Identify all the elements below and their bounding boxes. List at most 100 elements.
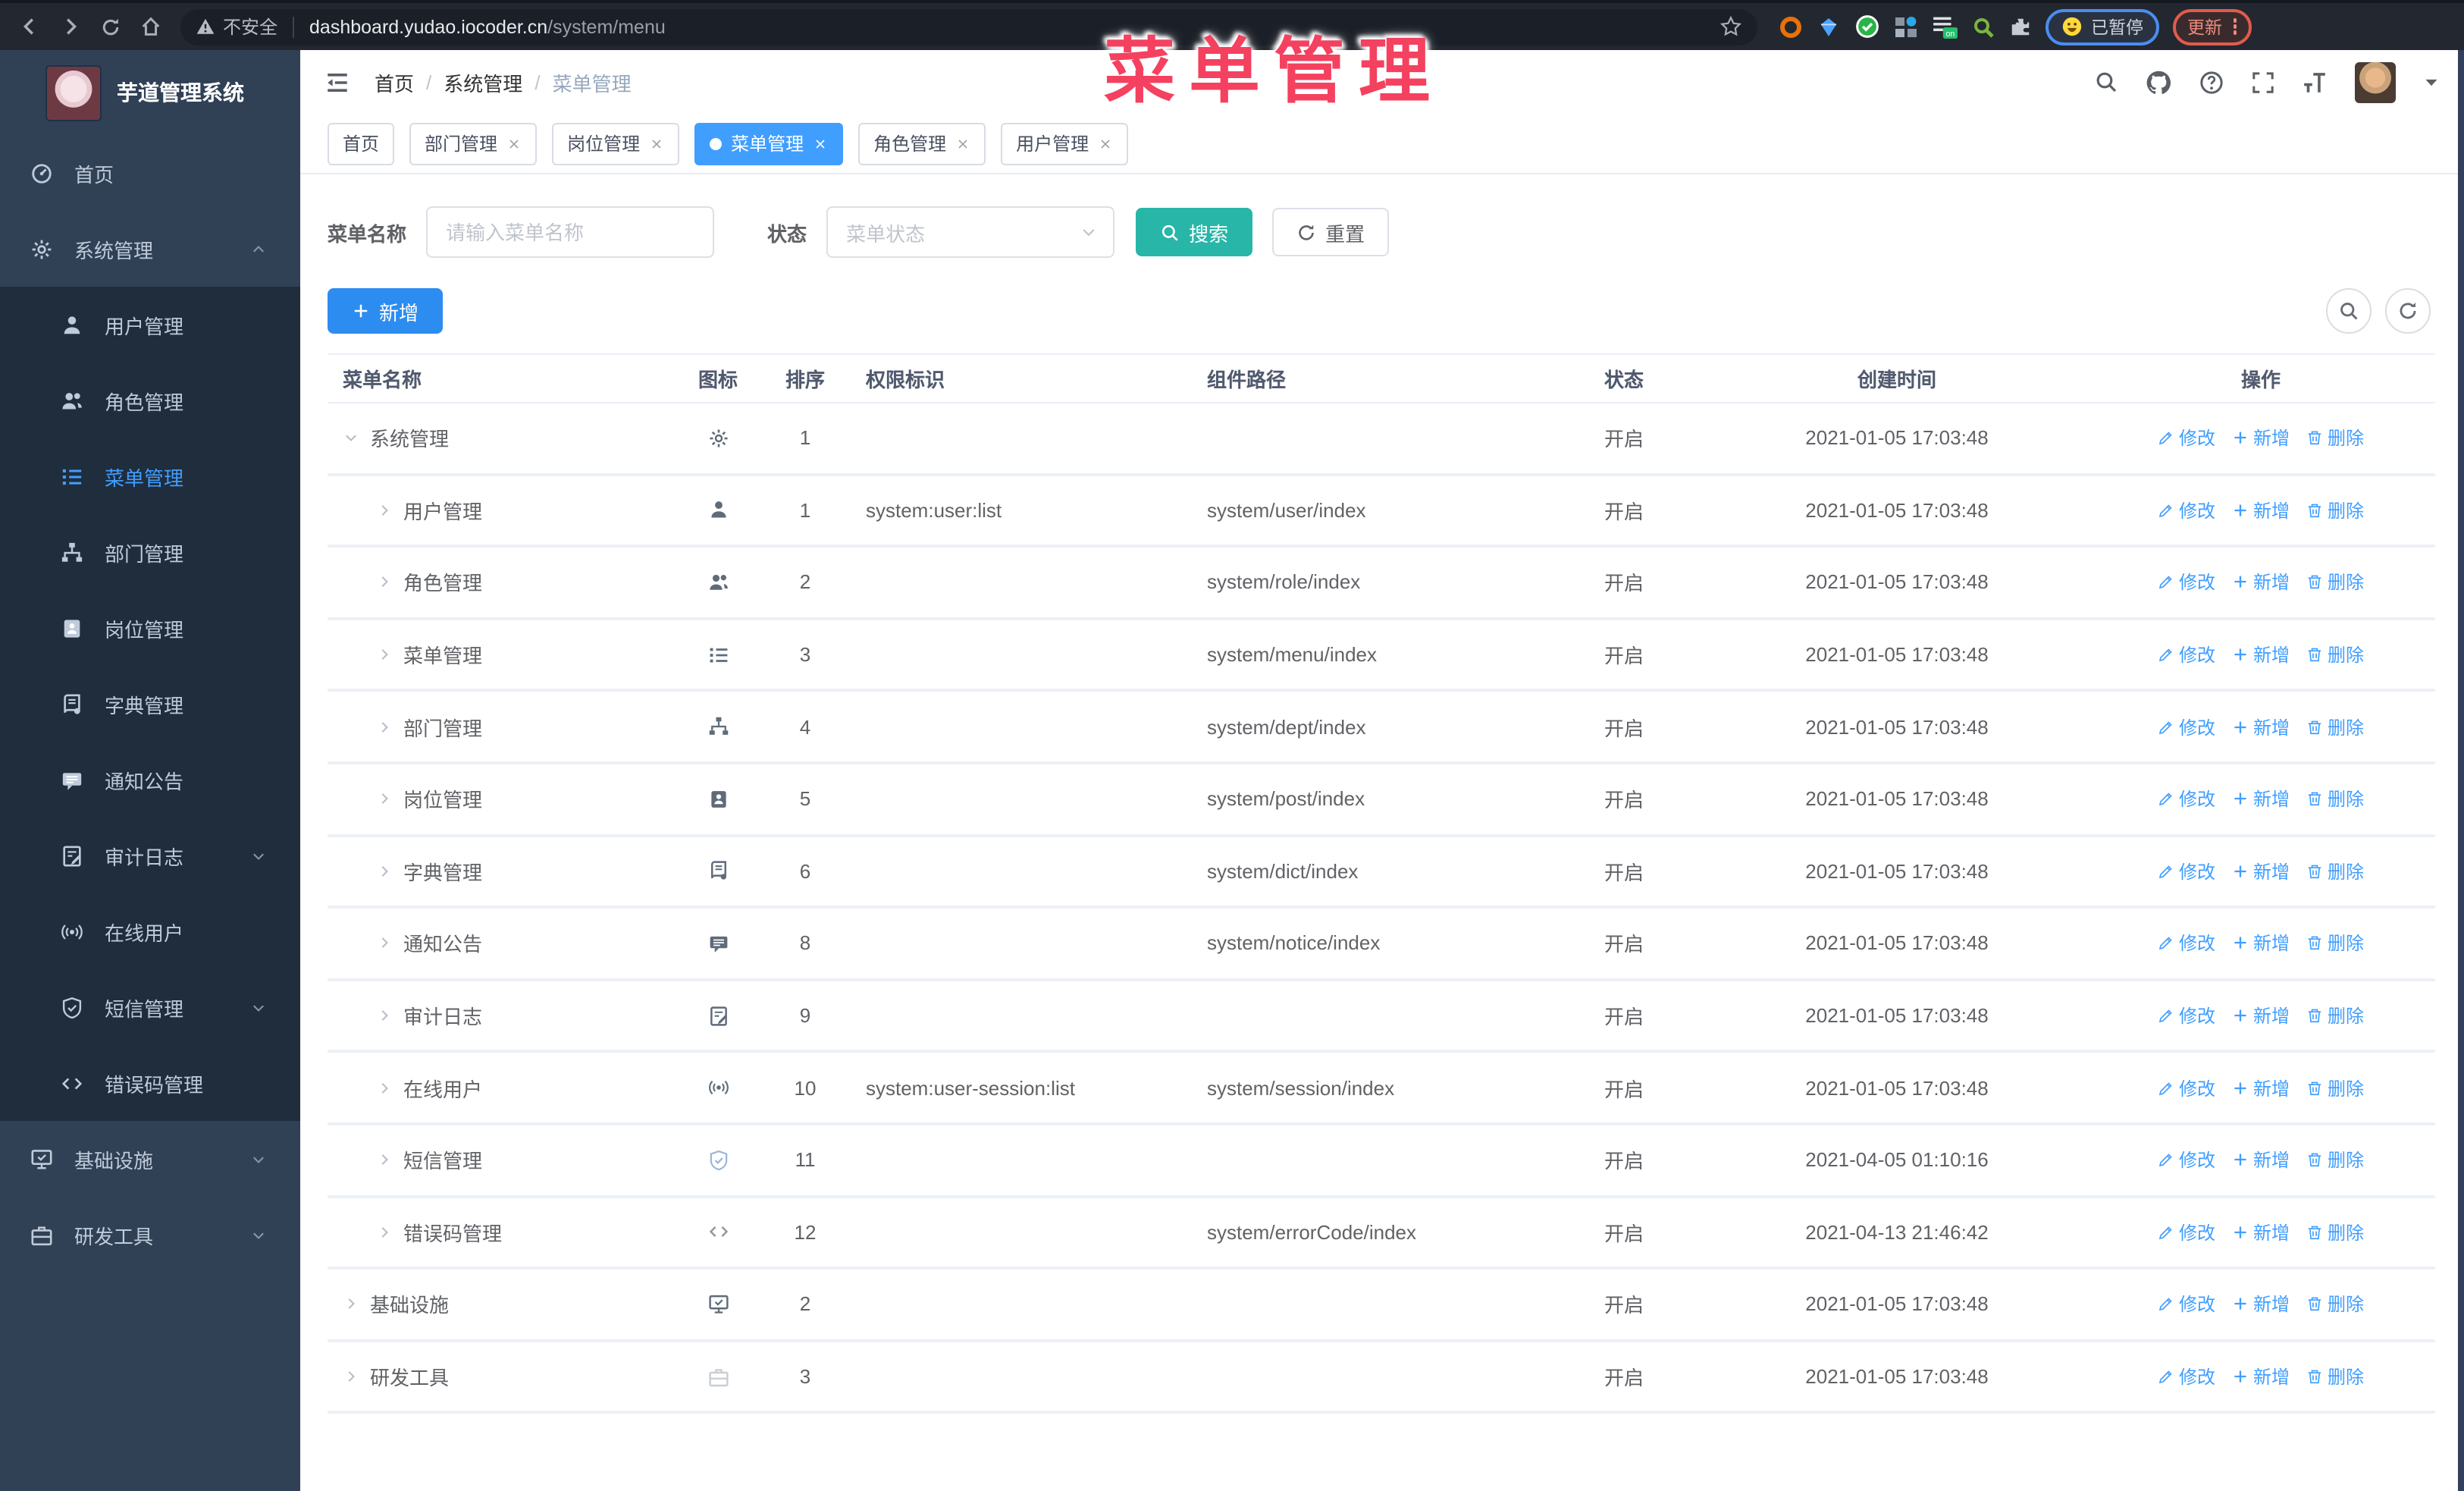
tab-用户管理[interactable]: 用户管理 [1001, 122, 1129, 165]
add-action-link[interactable]: 新增 [2232, 1003, 2290, 1028]
menu-name-input[interactable] [426, 206, 715, 258]
tree-expand-icon[interactable] [376, 1079, 393, 1096]
avatar-caret-down-icon[interactable] [2423, 74, 2440, 90]
edit-action-link[interactable]: 修改 [2158, 1364, 2215, 1389]
add-action-link[interactable]: 新增 [2232, 1292, 2290, 1317]
back-icon[interactable] [18, 15, 41, 38]
tab-菜单管理[interactable]: 菜单管理 [694, 122, 844, 165]
delete-action-link[interactable]: 删除 [2306, 642, 2364, 667]
sidebar-item-dictionary[interactable]: 字典管理 [0, 666, 300, 742]
sidebar-item-menu-tree[interactable]: 菜单管理 [0, 438, 300, 514]
tab-岗位管理[interactable]: 岗位管理 [552, 122, 680, 165]
sidebar-item-announcement[interactable]: 通知公告 [0, 742, 300, 818]
tree-expand-icon[interactable] [376, 574, 393, 591]
tree-expand-icon[interactable] [376, 1007, 393, 1024]
profile-paused-badge[interactable]: 已暂停 [2045, 8, 2158, 45]
edit-action-link[interactable]: 修改 [2158, 786, 2215, 812]
delete-action-link[interactable]: 删除 [2306, 931, 2364, 956]
update-button[interactable]: 更新 [2172, 8, 2252, 45]
extension-blocks-icon[interactable] [1894, 14, 1918, 39]
tab-close-icon[interactable] [649, 136, 664, 151]
add-action-link[interactable]: 新增 [2232, 1147, 2290, 1172]
tree-expand-icon[interactable] [343, 1368, 359, 1385]
breadcrumb-home[interactable]: 首页 [375, 67, 414, 96]
edit-action-link[interactable]: 修改 [2158, 931, 2215, 956]
sidebar-item-dev-tools[interactable]: 研发工具 [0, 1197, 300, 1273]
delete-action-link[interactable]: 删除 [2306, 1292, 2364, 1317]
add-action-link[interactable]: 新增 [2232, 498, 2290, 523]
sidebar-item-org-tree[interactable]: 部门管理 [0, 514, 300, 590]
add-action-link[interactable]: 新增 [2232, 931, 2290, 956]
edit-action-link[interactable]: 修改 [2158, 1075, 2215, 1100]
tree-expand-icon[interactable] [376, 863, 393, 880]
toggle-search-button[interactable] [2326, 288, 2372, 334]
font-size-icon[interactable] [2302, 69, 2328, 95]
tab-close-icon[interactable] [955, 136, 970, 151]
tree-expand-icon[interactable] [376, 791, 393, 808]
tab-close-icon[interactable] [1098, 136, 1113, 151]
add-action-link[interactable]: 新增 [2232, 859, 2290, 884]
extension-gem-icon[interactable] [1817, 14, 1841, 39]
delete-action-link[interactable]: 删除 [2306, 714, 2364, 739]
add-action-link[interactable]: 新增 [2232, 1075, 2290, 1100]
add-action-link[interactable]: 新增 [2232, 425, 2290, 451]
tree-expand-icon[interactable] [376, 718, 393, 735]
edit-action-link[interactable]: 修改 [2158, 859, 2215, 884]
edit-action-link[interactable]: 修改 [2158, 1147, 2215, 1172]
tree-collapse-icon[interactable] [343, 430, 359, 447]
extension-list-on-icon[interactable]: on [1932, 14, 1958, 39]
tree-expand-icon[interactable] [376, 935, 393, 952]
sidebar-logo[interactable]: 芋道管理系统 [0, 50, 300, 135]
forward-icon[interactable] [59, 15, 82, 38]
tab-角色管理[interactable]: 角色管理 [858, 122, 986, 165]
edit-action-link[interactable]: 修改 [2158, 1219, 2215, 1245]
reload-icon[interactable] [100, 16, 121, 37]
edit-action-link[interactable]: 修改 [2158, 714, 2215, 739]
delete-action-link[interactable]: 删除 [2306, 425, 2364, 451]
extension-magnifier-icon[interactable] [1971, 14, 1995, 39]
add-action-link[interactable]: 新增 [2232, 642, 2290, 667]
tab-部门管理[interactable]: 部门管理 [409, 122, 538, 165]
add-action-link[interactable]: 新增 [2232, 1364, 2290, 1389]
tab-close-icon[interactable] [506, 136, 522, 151]
sidebar-item-gear[interactable]: 系统管理 [0, 211, 300, 287]
delete-action-link[interactable]: 删除 [2306, 786, 2364, 812]
edit-action-link[interactable]: 修改 [2158, 425, 2215, 451]
github-icon[interactable] [2146, 69, 2171, 95]
add-action-link[interactable]: 新增 [2232, 714, 2290, 739]
sidebar-item-badge[interactable]: 岗位管理 [0, 590, 300, 666]
fullscreen-icon[interactable] [2252, 71, 2274, 93]
delete-action-link[interactable]: 删除 [2306, 570, 2364, 595]
tree-expand-icon[interactable] [376, 502, 393, 519]
user-avatar[interactable] [2355, 61, 2396, 102]
search-button[interactable]: 搜索 [1136, 208, 1253, 256]
sidebar-item-sms[interactable]: 短信管理 [0, 969, 300, 1045]
kebab-menu-icon[interactable] [2233, 18, 2237, 35]
delete-action-link[interactable]: 删除 [2306, 1003, 2364, 1028]
sidebar-item-online-user[interactable]: 在线用户 [0, 893, 300, 969]
tab-首页[interactable]: 首页 [328, 122, 395, 165]
refresh-table-button[interactable] [2385, 288, 2431, 334]
tree-expand-icon[interactable] [376, 646, 393, 663]
tree-expand-icon[interactable] [343, 1296, 359, 1313]
add-button[interactable]: 新增 [328, 288, 444, 334]
bookmark-star-icon[interactable] [1719, 15, 1742, 38]
tab-close-icon[interactable] [813, 136, 828, 151]
header-search-icon[interactable] [2094, 70, 2118, 94]
home-icon[interactable] [140, 15, 162, 38]
reset-button[interactable]: 重置 [1272, 208, 1390, 256]
edit-action-link[interactable]: 修改 [2158, 1292, 2215, 1317]
add-action-link[interactable]: 新增 [2232, 570, 2290, 595]
edit-action-link[interactable]: 修改 [2158, 570, 2215, 595]
extensions-puzzle-icon[interactable] [2009, 15, 2032, 38]
add-action-link[interactable]: 新增 [2232, 786, 2290, 812]
sidebar-item-users[interactable]: 角色管理 [0, 363, 300, 438]
help-icon[interactable] [2199, 69, 2224, 95]
tree-expand-icon[interactable] [376, 1151, 393, 1168]
delete-action-link[interactable]: 删除 [2306, 859, 2364, 884]
edit-action-link[interactable]: 修改 [2158, 642, 2215, 667]
sidebar-item-audit-log[interactable]: 审计日志 [0, 818, 300, 893]
sidebar-item-dashboard[interactable]: 首页 [0, 135, 300, 211]
delete-action-link[interactable]: 删除 [2306, 1147, 2364, 1172]
status-select[interactable]: 菜单状态 [826, 206, 1115, 258]
